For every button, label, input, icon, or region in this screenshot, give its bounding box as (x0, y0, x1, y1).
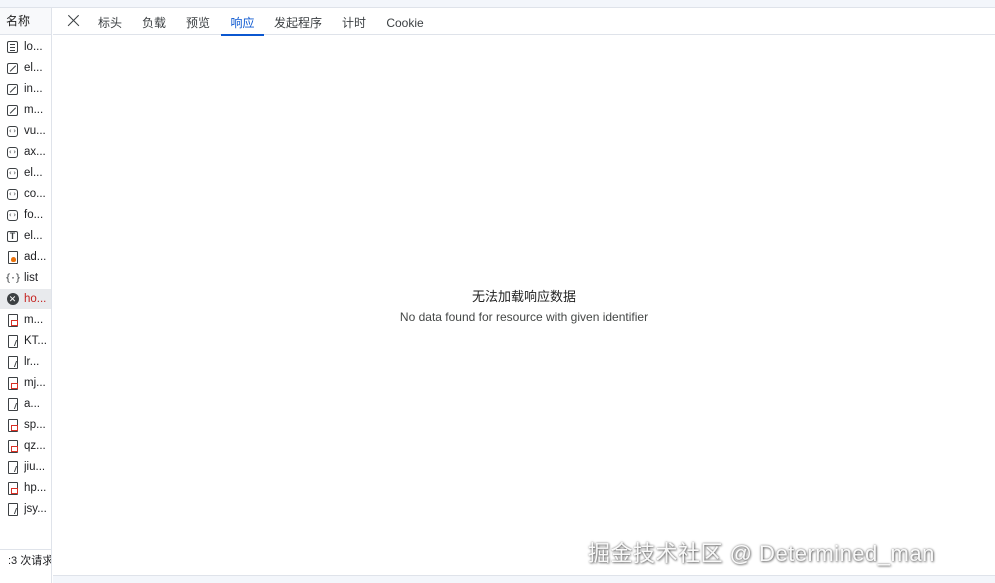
fetch-icon: {·} (4, 272, 21, 284)
tab-cookies[interactable]: Cookie (385, 8, 425, 35)
request-name: m... (24, 314, 44, 326)
request-row[interactable]: lo... (0, 37, 51, 57)
response-error-title: 无法加载响应数据 (471, 289, 576, 304)
request-row[interactable]: ‹› el... (0, 163, 51, 183)
response-panel: 无法加载响应数据 No data found for resource with… (53, 35, 995, 583)
request-name: el... (24, 230, 43, 242)
tab-initiator[interactable]: 发起程序 (273, 8, 323, 35)
tab-payload[interactable]: 负载 (141, 8, 167, 35)
tab-headers[interactable]: 标头 (97, 8, 123, 35)
request-row[interactable]: in... (0, 79, 51, 99)
request-row[interactable]: m... (0, 310, 51, 330)
request-row[interactable]: sp... (0, 415, 51, 435)
document-icon (6, 40, 19, 54)
request-name: sp... (24, 419, 46, 431)
stylesheet-icon (6, 103, 19, 117)
request-row[interactable]: {·} list (0, 268, 51, 288)
tab-preview[interactable]: 预览 (185, 8, 211, 35)
request-row[interactable]: m... (0, 100, 51, 120)
request-row[interactable]: qz... (0, 436, 51, 456)
file-icon (6, 418, 19, 432)
request-row[interactable]: ‹› co... (0, 184, 51, 204)
request-name: el... (24, 167, 43, 179)
request-row[interactable]: jsy... (0, 499, 51, 519)
request-name: ho... (24, 293, 47, 305)
request-name: mj... (24, 377, 46, 389)
request-row[interactable]: ‹› vu... (0, 121, 51, 141)
file-icon (6, 334, 19, 348)
request-name: ad... (24, 251, 47, 263)
request-name: KT... (24, 335, 48, 347)
request-name: jsy... (24, 503, 47, 515)
request-list-panel: 名称 lo... el... in... m... ‹› vu... ‹› ax… (0, 8, 52, 583)
bottom-scroll-strip (53, 575, 995, 583)
file-icon (6, 502, 19, 516)
request-row[interactable]: a... (0, 394, 51, 414)
font-icon: T (6, 229, 19, 243)
watermark-text: 掘金技术社区 @ Determined_man (588, 541, 935, 566)
file-icon (6, 481, 19, 495)
request-name: lo... (24, 41, 43, 53)
request-name: ax... (24, 146, 46, 158)
request-name: list (24, 272, 39, 284)
script-icon: ‹› (7, 209, 18, 221)
request-row[interactable]: ‹› fo... (0, 205, 51, 225)
request-row[interactable]: mj... (0, 373, 51, 393)
request-name: a... (24, 398, 40, 410)
request-row[interactable]: KT... (0, 331, 51, 351)
tab-response[interactable]: 响应 (221, 8, 264, 36)
request-row[interactable]: el... (0, 58, 51, 78)
name-column-header[interactable]: 名称 (0, 8, 51, 35)
script-icon: ‹› (7, 146, 18, 158)
file-icon (6, 460, 19, 474)
request-row[interactable]: T el... (0, 226, 51, 246)
request-row[interactable]: lr... (0, 352, 51, 372)
response-error-message: No data found for resource with given id… (399, 310, 649, 324)
image-icon (6, 250, 19, 264)
request-name: in... (24, 83, 43, 95)
request-name: jiu... (24, 461, 46, 473)
top-window-strip (0, 0, 995, 8)
request-name: fo... (24, 209, 44, 221)
close-icon[interactable] (65, 13, 81, 29)
request-name: lr... (24, 356, 40, 368)
request-row[interactable]: jiu... (0, 457, 51, 477)
request-name: co... (24, 188, 46, 200)
request-row-selected[interactable]: ✕ ho... (0, 289, 51, 309)
detail-tab-bar: 标头 负载 预览 响应 发起程序 计时 Cookie (53, 8, 995, 36)
script-icon: ‹› (7, 125, 18, 137)
request-name: m... (24, 104, 44, 116)
stylesheet-icon (6, 82, 19, 96)
error-icon: ✕ (6, 292, 19, 306)
request-name: vu... (24, 125, 46, 137)
request-row[interactable]: ‹› ax... (0, 142, 51, 162)
file-icon (6, 397, 19, 411)
script-icon: ‹› (7, 188, 18, 200)
request-row[interactable]: ad... (0, 247, 51, 267)
script-icon: ‹› (7, 167, 18, 179)
stylesheet-icon (6, 61, 19, 75)
file-icon (6, 439, 19, 453)
tab-timing[interactable]: 计时 (341, 8, 367, 35)
request-name: el... (24, 62, 43, 74)
file-icon (6, 376, 19, 390)
request-name: qz... (24, 440, 46, 452)
file-icon (6, 313, 19, 327)
request-name: hp... (24, 482, 47, 494)
request-row[interactable]: hp... (0, 478, 51, 498)
file-icon (6, 355, 19, 369)
request-count-status: :3 次请求 (0, 549, 51, 571)
